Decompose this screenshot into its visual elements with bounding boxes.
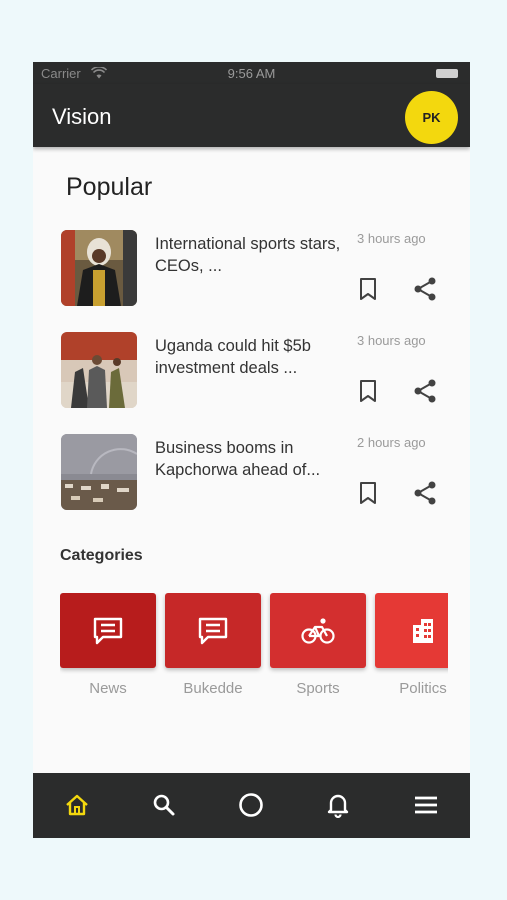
article-time: 3 hours ago xyxy=(357,231,426,246)
category-tile[interactable] xyxy=(270,593,366,668)
home-icon[interactable] xyxy=(64,792,90,818)
category-tile[interactable] xyxy=(375,593,448,668)
article-time: 2 hours ago xyxy=(357,435,426,450)
app-title: Vision xyxy=(52,104,112,129)
bookmark-icon[interactable] xyxy=(357,480,379,506)
categories-carousel[interactable]: News Bukedde Sports Politics xyxy=(60,593,448,703)
article-thumbnail xyxy=(61,230,137,306)
category-news[interactable]: News xyxy=(60,593,156,703)
category-label: News xyxy=(89,680,127,697)
category-label: Politics xyxy=(399,680,447,697)
search-icon[interactable] xyxy=(151,792,177,818)
category-label: Sports xyxy=(296,680,340,697)
article-title[interactable]: International sports stars, CEOs, ... xyxy=(155,233,341,277)
category-politics[interactable]: Politics xyxy=(375,593,448,703)
article-title[interactable]: Uganda could hit $5b investment deals ..… xyxy=(155,335,341,379)
phone-screen: Carrier 9:56 AM Vision PK Popular Intern… xyxy=(33,62,470,838)
category-tile[interactable] xyxy=(60,593,156,668)
bicycle-icon xyxy=(301,617,335,644)
circle-icon[interactable] xyxy=(238,792,264,818)
category-tile[interactable] xyxy=(165,593,261,668)
status-bar: Carrier 9:56 AM xyxy=(33,62,470,84)
clock: 9:56 AM xyxy=(227,66,276,81)
popular-heading: Popular xyxy=(66,173,153,201)
share-icon[interactable] xyxy=(412,480,438,506)
avatar[interactable]: PK xyxy=(405,91,458,144)
article-thumbnail xyxy=(61,332,137,408)
article-thumbnail xyxy=(61,434,137,510)
share-icon[interactable] xyxy=(412,276,438,302)
bookmark-icon[interactable] xyxy=(357,378,379,404)
share-icon[interactable] xyxy=(412,378,438,404)
battery-icon xyxy=(436,69,458,78)
bookmark-icon[interactable] xyxy=(357,276,379,302)
article-card[interactable]: International sports stars, CEOs, ... 3 … xyxy=(61,230,451,308)
bell-icon[interactable] xyxy=(325,792,351,818)
comment-icon xyxy=(93,617,123,644)
category-sports[interactable]: Sports xyxy=(270,593,366,703)
building-icon xyxy=(413,618,433,643)
bottom-nav xyxy=(33,773,470,838)
article-card[interactable]: Business booms in Kapchorwa ahead of... … xyxy=(61,434,451,512)
category-bukedde[interactable]: Bukedde xyxy=(165,593,261,703)
comment-icon xyxy=(198,617,228,644)
categories-heading: Categories xyxy=(60,547,143,564)
app-bar: Vision PK xyxy=(33,84,470,147)
article-title[interactable]: Business booms in Kapchorwa ahead of... xyxy=(155,437,341,481)
article-card[interactable]: Uganda could hit $5b investment deals ..… xyxy=(61,332,451,410)
menu-icon[interactable] xyxy=(413,792,439,818)
category-label: Bukedde xyxy=(183,680,243,697)
article-time: 3 hours ago xyxy=(357,333,426,348)
